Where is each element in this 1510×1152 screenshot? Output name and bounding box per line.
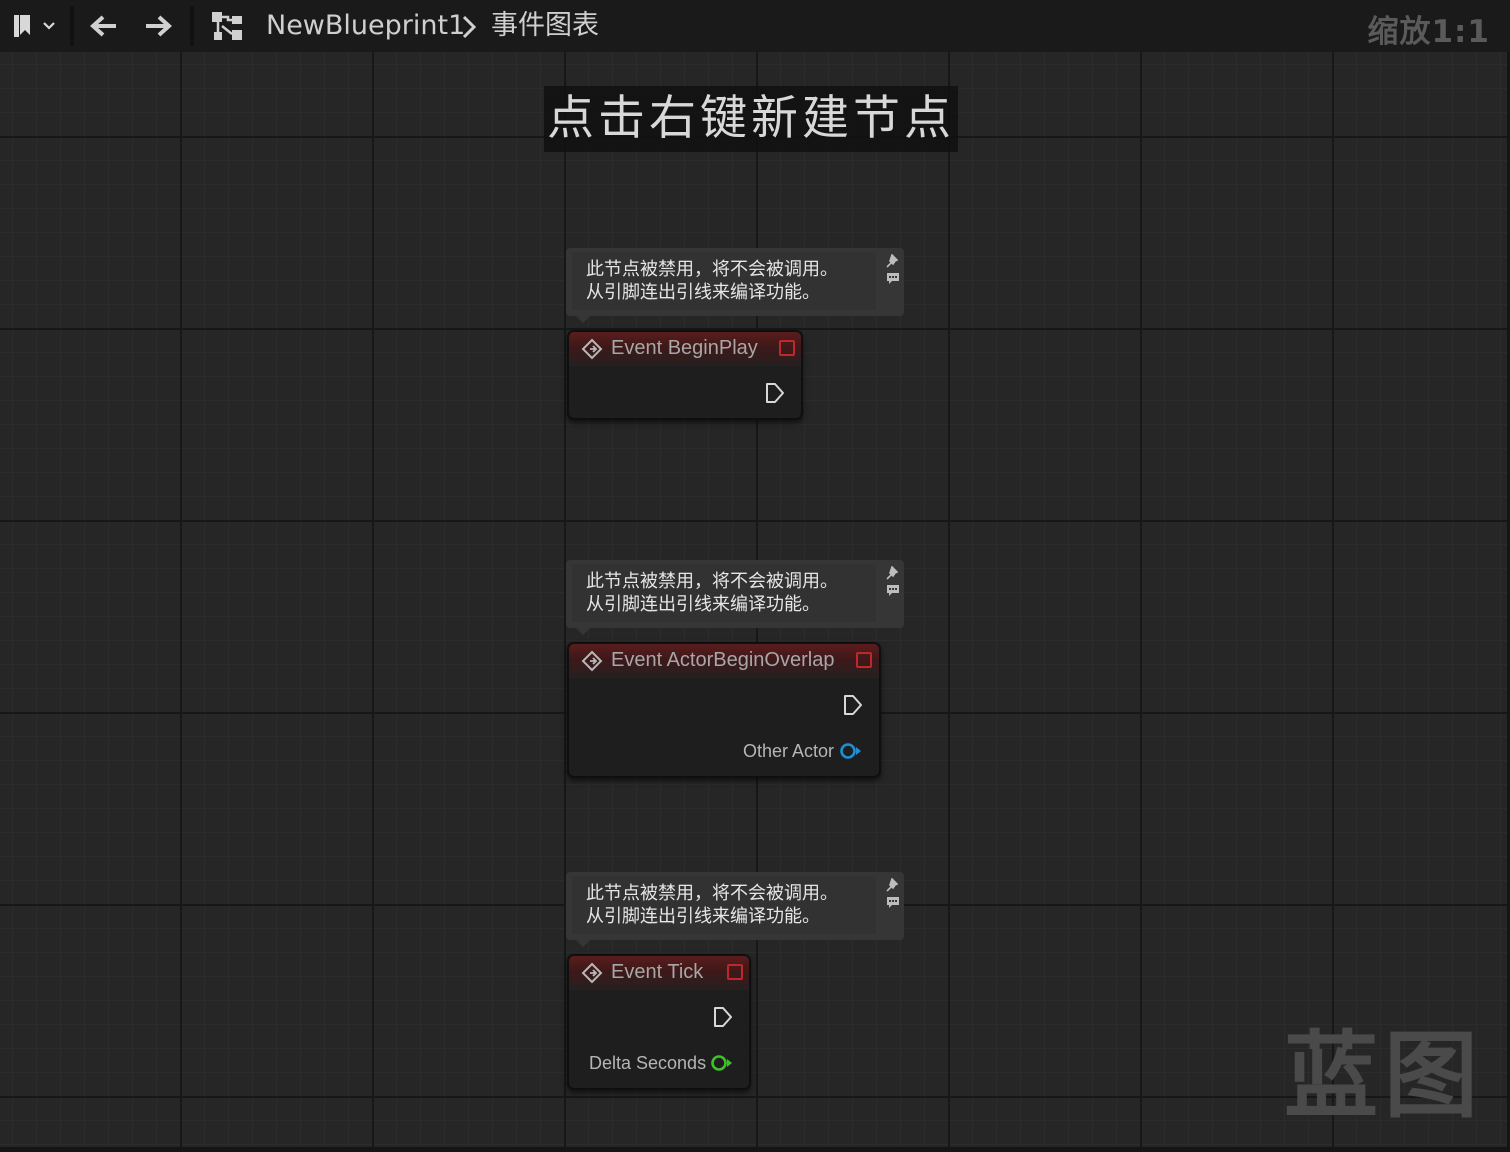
exec-output-pin[interactable]	[713, 1006, 733, 1028]
node-event-actorbeginoverlap[interactable]: Event ActorBeginOverlap Other Actor	[567, 642, 881, 778]
comment-bubble-icon[interactable]	[886, 896, 900, 908]
delegate-pin[interactable]	[779, 340, 795, 356]
toolbar-separator	[70, 6, 74, 46]
exec-output-pin[interactable]	[765, 382, 785, 404]
delta-seconds-pin-label: Delta Seconds	[589, 1053, 707, 1073]
graph-icon	[212, 12, 242, 40]
graph-toolbar: NewBlueprint1 事件图表 缩放1:1	[0, 0, 1510, 52]
node-title: Event Tick	[611, 961, 704, 983]
node-event-beginplay[interactable]: Event BeginPlay	[567, 330, 803, 420]
event-node-icon	[581, 962, 603, 984]
comment-tail	[576, 316, 590, 323]
breadcrumb-blueprint[interactable]: NewBlueprint1	[266, 8, 465, 44]
disabled-node-comment: 此节点被禁用，将不会被调用。 从引脚连出引线来编译功能。	[566, 248, 904, 323]
object-output-pin[interactable]	[839, 742, 863, 760]
delegate-pin[interactable]	[856, 652, 872, 668]
comment-text: 此节点被禁用，将不会被调用。 从引脚连出引线来编译功能。	[572, 876, 876, 934]
right-click-hint: 点击右键新建节点	[544, 86, 958, 152]
pin-icon[interactable]	[886, 254, 900, 268]
float-output-pin[interactable]	[710, 1054, 734, 1072]
delegate-pin[interactable]	[727, 964, 743, 980]
back-arrow-icon	[90, 15, 116, 37]
blueprint-watermark: 蓝图	[1283, 1022, 1484, 1131]
comment-bubble-icon[interactable]	[886, 584, 900, 596]
node-event-tick[interactable]: Event Tick Delta Seconds	[567, 954, 751, 1090]
bookmark-dropdown-button[interactable]	[6, 0, 62, 52]
node-header: Event ActorBeginOverlap	[569, 644, 879, 678]
event-node-icon	[581, 650, 603, 672]
zoom-indicator: 缩放1:1	[1367, 14, 1490, 50]
node-header: Event Tick	[569, 956, 749, 990]
comment-line-2: 从引脚连出引线来编译功能。	[586, 906, 820, 927]
disabled-node-comment: 此节点被禁用，将不会被调用。 从引脚连出引线来编译功能。	[566, 872, 904, 947]
pin-icon[interactable]	[886, 878, 900, 892]
other-actor-pin-label: Other Actor	[743, 741, 835, 761]
breadcrumb-graph[interactable]: 事件图表	[491, 8, 599, 44]
node-title: Event BeginPlay	[611, 337, 758, 359]
comment-line-2: 从引脚连出引线来编译功能。	[586, 594, 820, 615]
node-title: Event ActorBeginOverlap	[611, 649, 835, 671]
node-header: Event BeginPlay	[569, 332, 801, 366]
event-node-icon	[581, 338, 603, 360]
forward-arrow-icon	[146, 15, 172, 37]
comment-text: 此节点被禁用，将不会被调用。 从引脚连出引线来编译功能。	[572, 252, 876, 310]
bookmark-icon	[14, 15, 30, 37]
disabled-node-comment: 此节点被禁用，将不会被调用。 从引脚连出引线来编译功能。	[566, 560, 904, 635]
comment-line-1: 此节点被禁用，将不会被调用。	[586, 571, 838, 592]
comment-tail	[576, 940, 590, 947]
graph-bottom-border	[0, 1147, 1510, 1152]
graph-button[interactable]	[206, 0, 248, 52]
comment-line-2: 从引脚连出引线来编译功能。	[586, 282, 820, 303]
forward-button[interactable]	[138, 0, 180, 52]
exec-output-pin[interactable]	[843, 694, 863, 716]
comment-bubble-icon[interactable]	[886, 272, 900, 284]
pin-icon[interactable]	[886, 566, 900, 580]
breadcrumb-chevron-icon	[462, 15, 477, 39]
toolbar-separator	[190, 6, 194, 46]
chevron-down-icon	[43, 22, 55, 30]
back-button[interactable]	[82, 0, 124, 52]
comment-line-1: 此节点被禁用，将不会被调用。	[586, 259, 838, 280]
comment-line-1: 此节点被禁用，将不会被调用。	[586, 883, 838, 904]
comment-tail	[576, 628, 590, 635]
comment-text: 此节点被禁用，将不会被调用。 从引脚连出引线来编译功能。	[572, 564, 876, 622]
